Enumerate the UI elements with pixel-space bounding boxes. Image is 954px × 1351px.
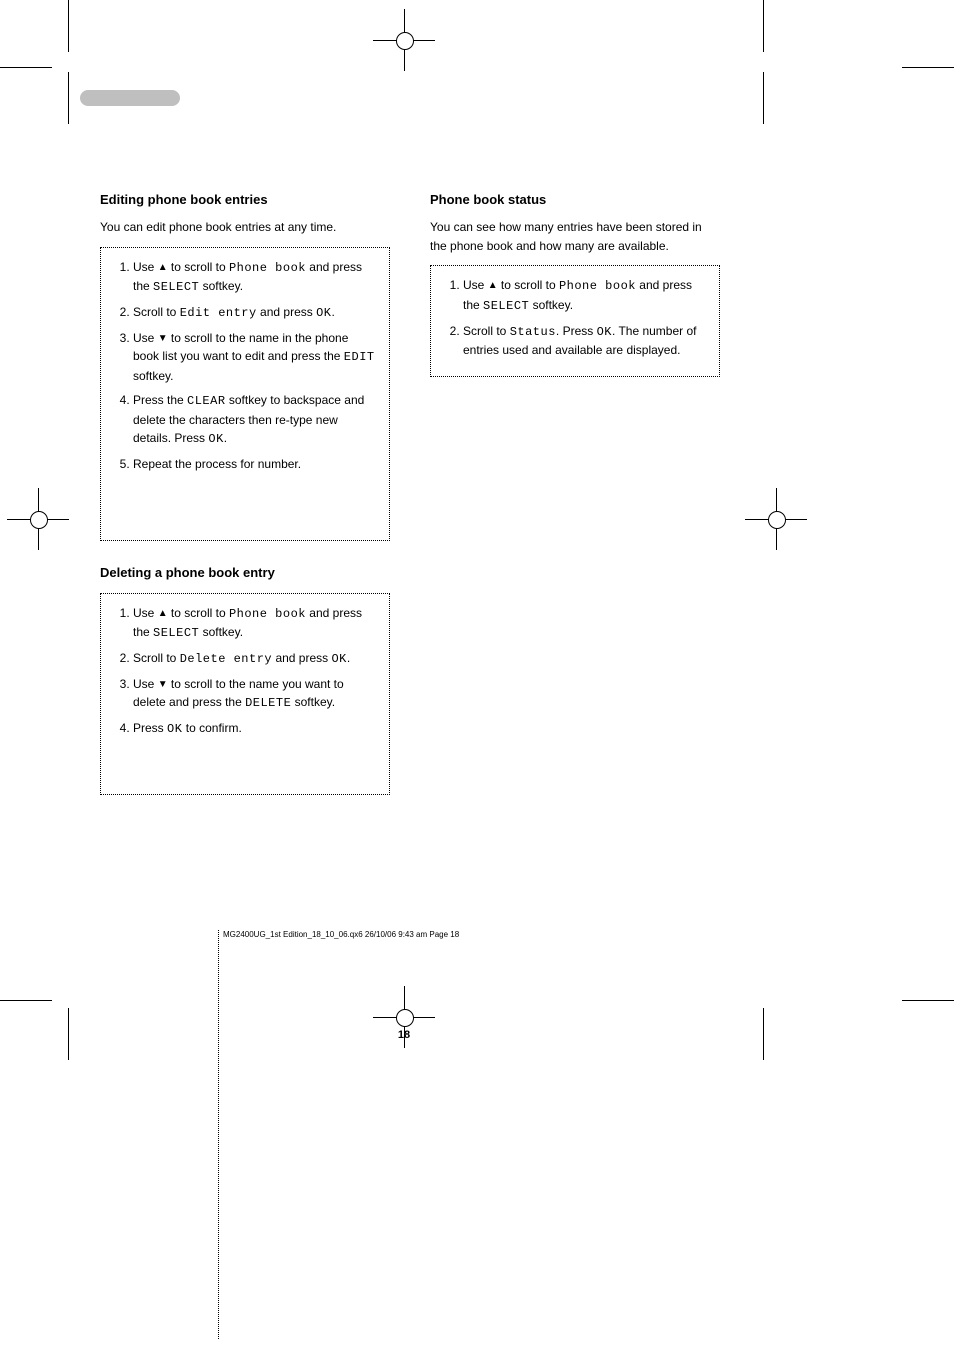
edit-step-1: Use ▲ to scroll to Phone book and press … <box>133 258 375 297</box>
mono-phonebook: Phone book <box>229 261 306 275</box>
mono-edit: EDIT <box>344 350 375 364</box>
edit-step-2: Scroll to Edit entry and press OK. <box>133 303 375 323</box>
mono-status: Status <box>510 325 556 339</box>
delete-steps-box: Use ▲ to scroll to Phone book and press … <box>100 593 390 795</box>
heading-status: Phone book status <box>430 190 720 210</box>
del-step-2: Scroll to Delete entry and press OK. <box>133 649 375 669</box>
status-step-2: Scroll to Status. Press OK. The number o… <box>463 322 705 360</box>
mono-delete-entry: Delete entry <box>180 652 272 666</box>
edit-step-5: Repeat the process for number. <box>133 455 375 474</box>
right-column: Phone book status You can see how many e… <box>430 190 720 795</box>
mono-ok-2: OK <box>208 432 223 446</box>
down-triangle-icon: ▼ <box>158 331 168 347</box>
mono-edit-entry: Edit entry <box>180 306 257 320</box>
heading-edit: Editing phone book entries <box>100 190 390 210</box>
status-steps-box: Use ▲ to scroll to Phone book and press … <box>430 265 720 377</box>
mono-delete: DELETE <box>245 696 291 710</box>
mono-phonebook-3: Phone book <box>559 279 636 293</box>
mono-select-3: SELECT <box>483 299 529 313</box>
del-step-3: Use ▼ to scroll to the name you want to … <box>133 675 375 713</box>
up-triangle-icon-2: ▲ <box>158 606 168 622</box>
mono-select-2: SELECT <box>153 626 199 640</box>
down-triangle-icon-2: ▼ <box>158 677 168 693</box>
mono-phonebook-2: Phone book <box>229 607 306 621</box>
edit-step-4: Press the CLEAR softkey to backspace and… <box>133 391 375 449</box>
mono-select: SELECT <box>153 280 199 294</box>
mono-ok-4: OK <box>167 722 182 736</box>
edit-step-3: Use ▼ to scroll to the name in the phone… <box>133 329 375 386</box>
del-step-1: Use ▲ to scroll to Phone book and press … <box>133 604 375 643</box>
left-column: Editing phone book entries You can edit … <box>100 190 390 795</box>
edit-steps-box: Use ▲ to scroll to Phone book and press … <box>100 247 390 541</box>
up-triangle-icon: ▲ <box>158 260 168 276</box>
footer-filename: MG2400UG_1st Edition_18_10_06.qx6 26/10/… <box>218 930 459 1339</box>
mono-clear: CLEAR <box>187 394 226 408</box>
mono-ok: OK <box>316 306 331 320</box>
status-intro: You can see how many entries have been s… <box>430 218 720 255</box>
mono-ok-3: OK <box>331 652 346 666</box>
up-triangle-icon-3: ▲ <box>488 278 498 294</box>
page-tab <box>80 90 180 106</box>
mono-ok-5: OK <box>597 325 612 339</box>
del-step-4: Press OK to confirm. <box>133 719 375 739</box>
status-step-1: Use ▲ to scroll to Phone book and press … <box>463 276 705 315</box>
heading-delete: Deleting a phone book entry <box>100 563 390 583</box>
edit-intro: You can edit phone book entries at any t… <box>100 218 390 237</box>
